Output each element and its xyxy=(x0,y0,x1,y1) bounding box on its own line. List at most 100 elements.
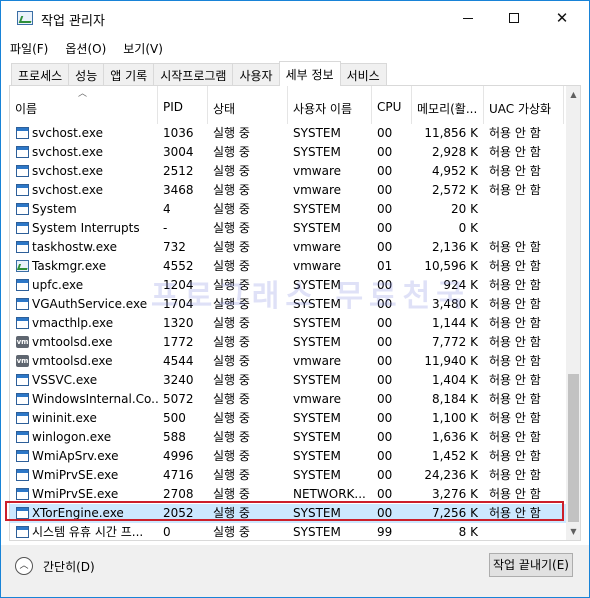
process-status: 실행 중 xyxy=(213,164,250,178)
process-user: vmware xyxy=(293,183,342,197)
process-cpu: 99 xyxy=(377,525,393,539)
table-row[interactable]: XTorEngine.exe 2052 실행 중 SYSTEM 00 7,256 K 허용 … xyxy=(10,504,566,523)
maximize-icon xyxy=(509,13,519,23)
process-status: 실행 중 xyxy=(213,202,250,216)
process-user: vmware xyxy=(293,354,342,368)
table-row[interactable]: vmacthlp.exe 1320 실행 중 SYSTEM 00 1,144 K 허용 안 … xyxy=(10,314,566,333)
menu-options[interactable]: 옵션(O) xyxy=(56,37,114,59)
column-status[interactable]: 상태 xyxy=(208,86,288,124)
process-user: SYSTEM xyxy=(293,202,341,216)
table-row[interactable]: WindowsInternal.Co... 5072 실행 중 vmware 00 8,1… xyxy=(10,390,566,409)
process-uac: 허용 안 함 xyxy=(489,164,541,178)
close-icon: ✕ xyxy=(555,9,569,27)
process-user: vmware xyxy=(293,164,342,178)
process-name: System xyxy=(32,202,77,216)
table-row[interactable]: winlogon.exe 588 실행 중 SYSTEM 00 1,636 K 허용 안 함 xyxy=(10,428,566,447)
process-memory: 1,636 K xyxy=(431,430,478,444)
process-name: svchost.exe xyxy=(32,145,103,159)
maximize-button[interactable] xyxy=(491,1,537,35)
process-uac xyxy=(484,523,564,540)
process-pid: 1772 xyxy=(163,335,194,349)
process-name: WindowsInternal.Co... xyxy=(32,392,158,406)
column-user-name[interactable]: 사용자 이름 xyxy=(288,86,372,124)
process-name: System Interrupts xyxy=(32,221,140,235)
process-cpu: 00 xyxy=(377,316,393,330)
tab-app-history[interactable]: 앱 기록 xyxy=(103,63,155,85)
table-row[interactable]: WmiPrvSE.exe 2708 실행 중 NETWORK... 00 3,276 K 허… xyxy=(10,485,566,504)
table-row[interactable]: 시스템 유휴 시간 프... 0 실행 중 SYSTEM 99 8 K xyxy=(10,523,566,540)
process-pid: 4544 xyxy=(163,354,194,368)
process-uac: 허용 안 함 xyxy=(489,126,541,140)
process-name: upfc.exe xyxy=(32,278,84,292)
title-bar[interactable]: 작업 관리자 ✕ xyxy=(1,1,589,35)
process-name: XTorEngine.exe xyxy=(32,506,124,520)
process-status: 실행 중 xyxy=(213,316,250,330)
collapse-up-icon[interactable]: ︿ xyxy=(15,557,33,575)
process-status: 실행 중 xyxy=(213,411,250,425)
vertical-scrollbar[interactable]: ▲ ▼ xyxy=(566,86,580,540)
process-status: 실행 중 xyxy=(213,525,250,539)
process-memory: 2,572 K xyxy=(431,183,478,197)
scroll-up-icon[interactable]: ▲ xyxy=(566,86,580,103)
table-row[interactable]: WmiPrvSE.exe 4716 실행 중 SYSTEM 00 24,236 K 허용 안… xyxy=(10,466,566,485)
process-memory: 7,256 K xyxy=(431,506,478,520)
column-name[interactable]: ︿ 이름 xyxy=(10,86,158,124)
process-uac: 허용 안 함 xyxy=(489,430,541,444)
process-pid: - xyxy=(163,221,168,235)
table-row[interactable]: System Interrupts - 실행 중 SYSTEM 00 0 K xyxy=(10,219,566,238)
process-uac: 허용 안 함 xyxy=(489,411,541,425)
tab-details[interactable]: 세부 정보 xyxy=(278,61,341,86)
column-cpu[interactable]: CPU xyxy=(372,86,412,124)
process-uac: 허용 안 함 xyxy=(489,145,541,159)
process-memory: 8,184 K xyxy=(431,392,478,406)
table-row[interactable]: WmiApSrv.exe 4996 실행 중 SYSTEM 00 1,452 K 허용 안 … xyxy=(10,447,566,466)
process-cpu: 00 xyxy=(377,392,393,406)
process-memory: 24,236 K xyxy=(424,468,478,482)
minimize-button[interactable] xyxy=(445,1,491,35)
table-row[interactable]: svchost.exe 3468 실행 중 vmware 00 2,572 K 허용 안 함 xyxy=(10,181,566,200)
minimize-icon xyxy=(463,17,473,19)
tab-services[interactable]: 서비스 xyxy=(339,63,387,85)
process-status: 실행 중 xyxy=(213,487,250,501)
table-row[interactable]: svchost.exe 1036 실행 중 SYSTEM 00 11,856 K 허용 안 … xyxy=(10,124,566,143)
table-row[interactable]: System 4 실행 중 SYSTEM 00 20 K xyxy=(10,200,566,219)
menu-view[interactable]: 보기(V) xyxy=(114,37,171,59)
column-pid[interactable]: PID xyxy=(158,86,208,124)
end-task-button[interactable]: 작업 끝내기(E) xyxy=(489,553,573,577)
column-uac-virtualization[interactable]: UAC 가상화 xyxy=(484,86,564,124)
process-user: SYSTEM xyxy=(293,126,341,140)
process-user: SYSTEM xyxy=(293,411,341,425)
tab-processes[interactable]: 프로세스 xyxy=(11,63,70,85)
fewer-details-link[interactable]: 간단히(D) xyxy=(43,558,95,575)
menu-file[interactable]: 파일(F) xyxy=(1,37,56,59)
task-manager-icon xyxy=(17,11,33,25)
tab-strip: 프로세스 성능 앱 기록 시작프로그램 사용자 세부 정보 서비스 xyxy=(11,61,387,86)
table-row[interactable]: svchost.exe 2512 실행 중 vmware 00 4,952 K 허용 안 함 xyxy=(10,162,566,181)
table-row[interactable]: vm vmtoolsd.exe 4544 실행 중 vmware 00 11,940 K 허용… xyxy=(10,352,566,371)
process-cpu: 00 xyxy=(377,373,393,387)
scroll-down-icon[interactable]: ▼ xyxy=(566,523,580,540)
process-cpu: 00 xyxy=(377,449,393,463)
close-button[interactable]: ✕ xyxy=(539,1,585,35)
process-user: SYSTEM xyxy=(293,221,341,235)
process-uac xyxy=(484,200,564,219)
table-row[interactable]: svchost.exe 3004 실행 중 SYSTEM 00 2,928 K 허용 안 함 xyxy=(10,143,566,162)
process-uac: 허용 안 함 xyxy=(489,506,541,520)
table-row[interactable]: taskhostw.exe 732 실행 중 vmware 00 2,136 K 허용 안 … xyxy=(10,238,566,257)
tab-users[interactable]: 사용자 xyxy=(232,63,280,85)
tab-startup[interactable]: 시작프로그램 xyxy=(153,63,234,85)
table-row[interactable]: VSSVC.exe 3240 실행 중 SYSTEM 00 1,404 K 허용 안 함 xyxy=(10,371,566,390)
scroll-thumb[interactable] xyxy=(568,374,579,522)
table-row[interactable]: wininit.exe 500 실행 중 SYSTEM 00 1,100 K 허용 안 함 xyxy=(10,409,566,428)
process-cpu: 00 xyxy=(377,221,393,235)
column-memory[interactable]: 메모리(활... xyxy=(412,86,484,124)
process-user: SYSTEM xyxy=(293,373,341,387)
table-row[interactable]: vm vmtoolsd.exe 1772 실행 중 SYSTEM 00 7,772 K 허용 … xyxy=(10,333,566,352)
tab-performance[interactable]: 성능 xyxy=(68,63,105,85)
process-cpu: 00 xyxy=(377,430,393,444)
process-name: VSSVC.exe xyxy=(32,373,98,387)
process-uac: 허용 안 함 xyxy=(489,297,541,311)
process-memory: 8 K xyxy=(458,525,478,539)
process-cpu: 00 xyxy=(377,240,393,254)
column-name-label: 이름 xyxy=(15,102,38,116)
